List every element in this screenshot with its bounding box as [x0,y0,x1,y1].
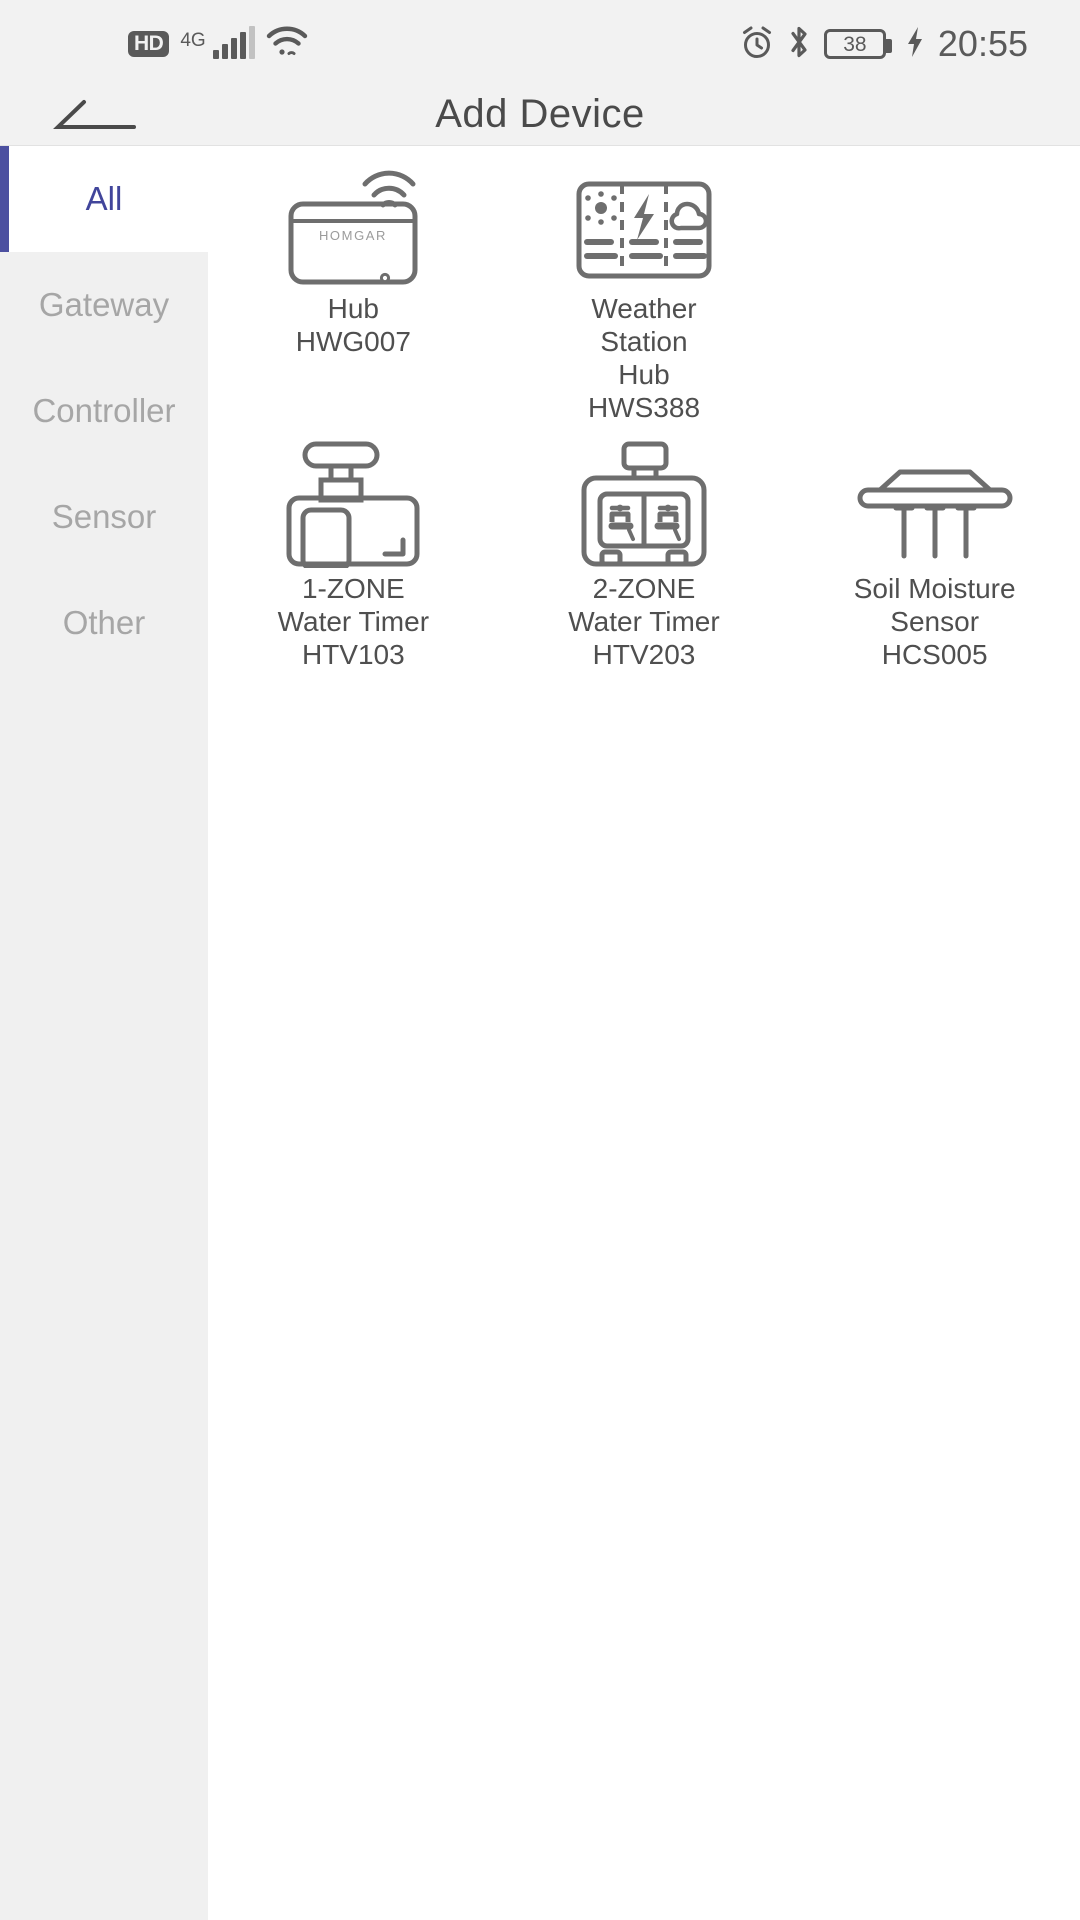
weather-station-hub-icon [549,160,739,288]
device-card-1-zone-water-timer[interactable]: 1-ZONE Water Timer HTV103 [208,434,499,681]
category-sidebar: All Gateway Controller Sensor Other [0,146,208,1920]
device-card-weather-station-hub[interactable]: Weather Station Hub HWS388 [499,154,790,434]
sidebar-item-label: Other [62,604,146,641]
hub-device-icon: HOMGAR [258,160,448,288]
main-body: All Gateway Controller Sensor Other HOMG… [0,146,1080,1920]
device-model: HTV103 [301,639,405,670]
status-bar-left: HD 4G [128,26,308,63]
back-button[interactable] [48,89,138,145]
device-model: HCS005 [881,639,988,670]
device-name: 1-ZONE Water Timer [277,573,430,637]
hd-icon: HD [128,31,170,57]
device-grid: HOMGAR Hub HWG007 Weather Station Hub HW… [208,146,1080,681]
device-list-panel: HOMGAR Hub HWG007 Weather Station Hub HW… [208,146,1080,1920]
sidebar-item-other[interactable]: Other [0,570,208,676]
sidebar-item-label: Sensor [51,498,157,535]
alarm-clock-icon [740,24,774,65]
device-name: Soil Moisture Sensor [853,573,1016,637]
device-model: HTV203 [592,639,696,670]
signal-bars-icon [212,26,255,59]
empty-slot [789,154,1080,434]
back-arrow-icon [53,99,136,129]
two-zone-water-timer-icon [549,440,739,568]
sidebar-item-label: Controller [32,392,176,429]
sidebar-item-gateway[interactable]: Gateway [0,252,208,358]
device-name: 2-ZONE Water Timer [568,573,720,637]
device-card-hub[interactable]: HOMGAR Hub HWG007 [208,154,499,434]
sidebar-item-label: All [85,180,123,217]
sidebar-item-sensor[interactable]: Sensor [0,464,208,570]
network-type-label: 4G [180,29,206,51]
bluetooth-icon [787,24,811,65]
sidebar-item-label: Gateway [38,286,170,323]
wifi-icon [266,26,308,63]
device-name: Weather Station Hub [591,293,697,390]
add-device-screen: HD 4G 38 20:55 Add Device All Gateway Co… [0,0,1080,1920]
status-bar-right: 38 20:55 [740,23,1028,65]
sidebar-item-all[interactable]: All [0,146,208,252]
soil-moisture-sensor-icon [840,440,1030,568]
clock-label: 20:55 [937,23,1028,64]
device-card-soil-moisture-sensor[interactable]: Soil Moisture Sensor HCS005 [789,434,1080,681]
battery-icon: 38 [823,29,892,59]
one-zone-water-timer-icon [258,440,448,568]
app-header: Add Device [0,88,1080,146]
device-name: Hub [327,293,380,324]
device-model: HWS388 [587,392,701,423]
svg-text:HOMGAR: HOMGAR [319,228,387,243]
device-model: HWG007 [295,326,411,357]
sidebar-item-controller[interactable]: Controller [0,358,208,464]
page-title: Add Device [435,92,645,136]
charging-bolt-icon [905,26,925,63]
device-card-2-zone-water-timer[interactable]: 2-ZONE Water Timer HTV203 [499,434,790,681]
status-bar: HD 4G 38 20:55 [0,0,1080,88]
